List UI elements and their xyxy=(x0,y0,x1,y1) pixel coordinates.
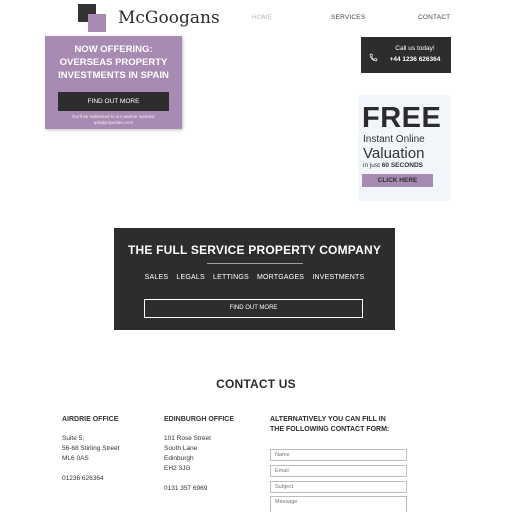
service-legals: LEGALS xyxy=(176,274,205,281)
valuation-free-text: FREE xyxy=(362,102,442,134)
nav-home[interactable]: HOME xyxy=(252,14,272,21)
promo-title: NOW OFFERING: OVERSEAS PROPERTY INVESTME… xyxy=(58,44,169,81)
contact-form-intro: ALTERNATIVELY YOU CAN FILL IN THE FOLLOW… xyxy=(270,416,390,433)
service-sales: SALES xyxy=(144,274,169,281)
valuation-click-here-button[interactable]: CLICK HERE xyxy=(362,174,433,187)
service-investments: INVESTMENTS xyxy=(312,274,365,281)
edinburgh-address-line: South Lane xyxy=(164,445,198,452)
airdrie-address-line: Suite 5, xyxy=(62,435,85,442)
free-valuation-box: FREE Instant Online Valuation in just 60… xyxy=(358,95,451,201)
name-input[interactable] xyxy=(270,449,407,461)
airdrie-office: AIRDRIE OFFICE Suite 5, 56-68 Stirling S… xyxy=(62,415,119,484)
airdrie-office-title: AIRDRIE OFFICE xyxy=(62,416,119,423)
email-input[interactable] xyxy=(270,465,407,477)
hero-banner: THE FULL SERVICE PROPERTY COMPANY SALES … xyxy=(114,228,395,330)
airdrie-address-line: ML6 0AS xyxy=(62,455,89,462)
hero-title: THE FULL SERVICE PROPERTY COMPANY xyxy=(127,243,382,257)
nav-services[interactable]: SERVICES xyxy=(331,14,365,21)
service-mortgages: MORTGAGES xyxy=(257,274,305,281)
airdrie-address-line: 56-68 Stirling Street xyxy=(62,445,120,452)
logo-mark-icon xyxy=(78,4,106,32)
service-lettings: LETTINGS xyxy=(213,274,249,281)
call-us-box[interactable]: Call us today! +44 1236 626364 xyxy=(361,37,451,73)
airdrie-phone[interactable]: 01236 626364 xyxy=(62,474,119,484)
brand-logo[interactable]: McGoogans xyxy=(78,4,220,32)
edinburgh-address-line: EH2 3JG xyxy=(164,465,191,472)
edinburgh-address-line: 101 Rose Street xyxy=(164,435,211,442)
hero-find-out-more-button[interactable]: FIND OUT MORE xyxy=(144,299,363,318)
valuation-time-text: in just 60 SECONDS xyxy=(363,162,423,169)
message-textarea[interactable] xyxy=(270,496,407,512)
edinburgh-address-line: Edinburgh xyxy=(164,455,194,462)
brand-name: McGoogans xyxy=(118,8,220,28)
valuation-heading: Valuation xyxy=(363,145,425,162)
valuation-instant-text: Instant Online xyxy=(363,134,425,145)
promo-find-out-more-button[interactable]: FIND OUT MORE xyxy=(58,92,169,111)
hero-divider xyxy=(206,263,303,264)
hero-services-list: SALES LEGALS LETTINGS MORTGAGES INVESTME… xyxy=(114,274,395,281)
edinburgh-office: EDINBURGH OFFICE 101 Rose Street South L… xyxy=(164,415,234,494)
subject-input[interactable] xyxy=(270,481,407,493)
call-number: +44 1236 626364 xyxy=(389,56,441,63)
contact-title: CONTACT US xyxy=(216,377,296,391)
nav-contact[interactable]: CONTACT xyxy=(418,14,450,21)
edinburgh-office-title: EDINBURGH OFFICE xyxy=(164,416,234,423)
promo-note: You'll be redirected to our partner webs… xyxy=(71,114,156,125)
overseas-promo-box: NOW OFFERING: OVERSEAS PROPERTY INVESTME… xyxy=(45,36,182,129)
edinburgh-phone[interactable]: 0131 357 6969 xyxy=(164,484,234,494)
phone-icon xyxy=(369,49,378,67)
call-label: Call us today! xyxy=(395,45,435,52)
